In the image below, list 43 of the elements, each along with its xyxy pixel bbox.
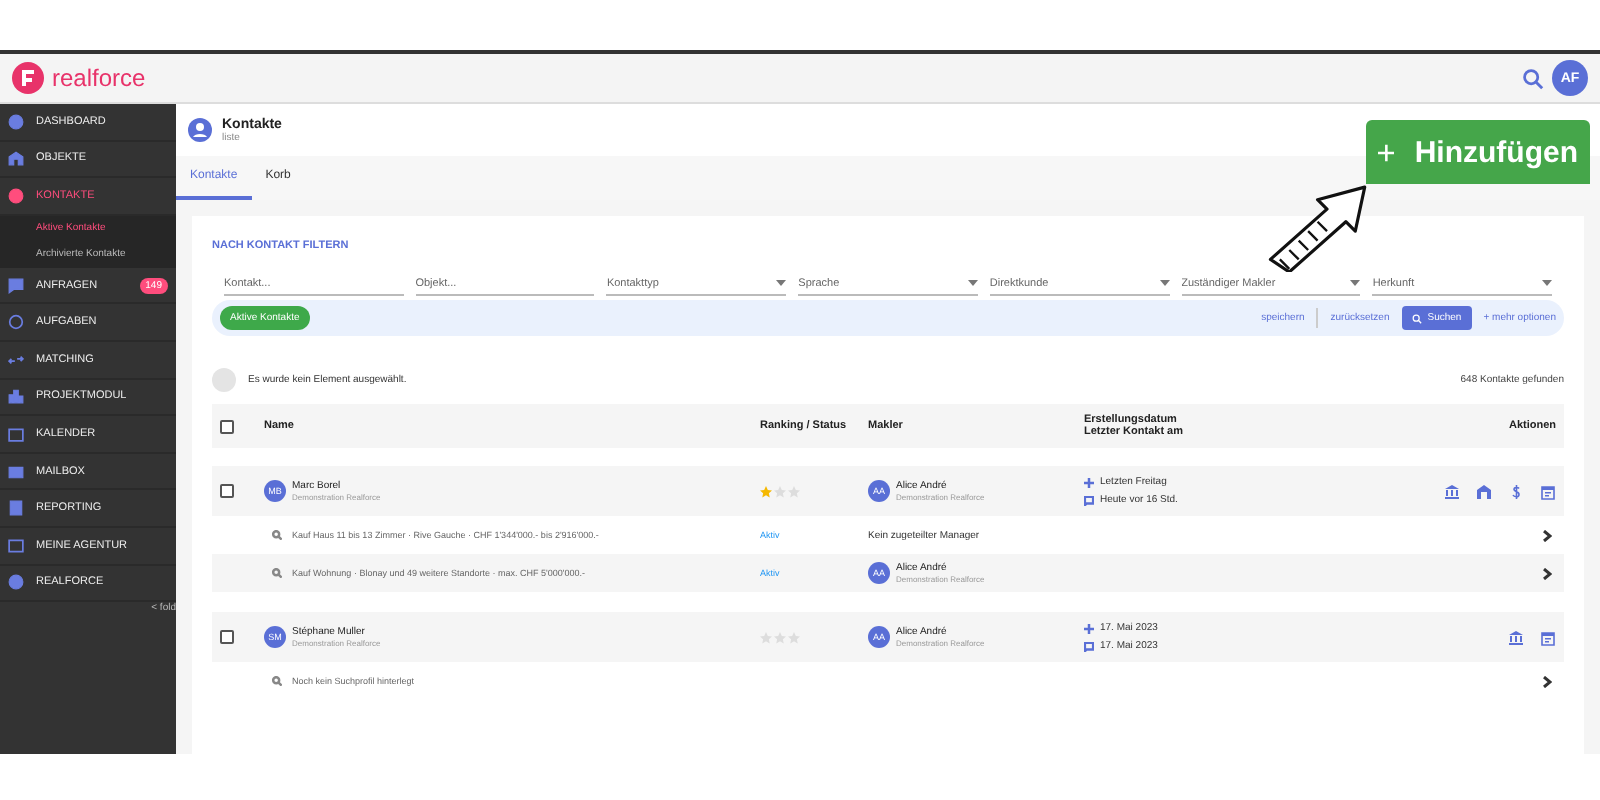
menu-item-icon (8, 537, 24, 554)
checkbox[interactable] (220, 630, 234, 644)
menu-item-icon (8, 113, 24, 130)
search-icon (272, 676, 282, 686)
checkbox[interactable] (220, 484, 234, 498)
dollar-icon[interactable] (1512, 483, 1520, 499)
menu-item-icon (8, 187, 24, 204)
calendar-icon[interactable] (1541, 485, 1555, 499)
chevron-icon[interactable] (1542, 567, 1552, 579)
menu-item-icon (8, 500, 24, 517)
menu-item-icon (8, 463, 24, 480)
chevron-icon[interactable] (1542, 675, 1552, 687)
user-icon (188, 118, 212, 142)
menu-item-icon (8, 574, 24, 591)
house-icon[interactable] (1477, 484, 1491, 498)
chevron-icon[interactable] (1542, 529, 1552, 541)
search-icon[interactable] (1522, 67, 1544, 89)
menu-item-icon (8, 388, 24, 405)
plus-icon (1084, 623, 1094, 633)
caret-icon[interactable] (776, 280, 787, 286)
search-icon (272, 568, 282, 578)
caret-icon[interactable] (1542, 280, 1553, 286)
caret-icon[interactable] (967, 280, 978, 286)
logo-icon (12, 62, 44, 94)
checkbox[interactable] (220, 419, 234, 433)
search-icon (272, 530, 282, 540)
chat-icon (1084, 495, 1094, 505)
logo-text: realforce (52, 64, 146, 92)
plus-icon (1378, 139, 1395, 165)
menu-item-icon (8, 425, 24, 442)
caret-icon[interactable] (1159, 280, 1170, 286)
menu-item-icon (8, 314, 24, 331)
chat-icon (1084, 641, 1094, 651)
plus-icon (1084, 477, 1094, 487)
bank-icon[interactable] (1445, 484, 1459, 498)
search-icon (1411, 313, 1422, 323)
calendar-icon[interactable] (1541, 631, 1555, 645)
caret-icon[interactable] (1350, 280, 1361, 286)
bank-icon[interactable] (1509, 630, 1523, 644)
info-icon (212, 368, 236, 392)
menu-item-icon (8, 351, 24, 368)
menu-item-icon (8, 150, 24, 167)
menu-item-icon (8, 277, 24, 294)
